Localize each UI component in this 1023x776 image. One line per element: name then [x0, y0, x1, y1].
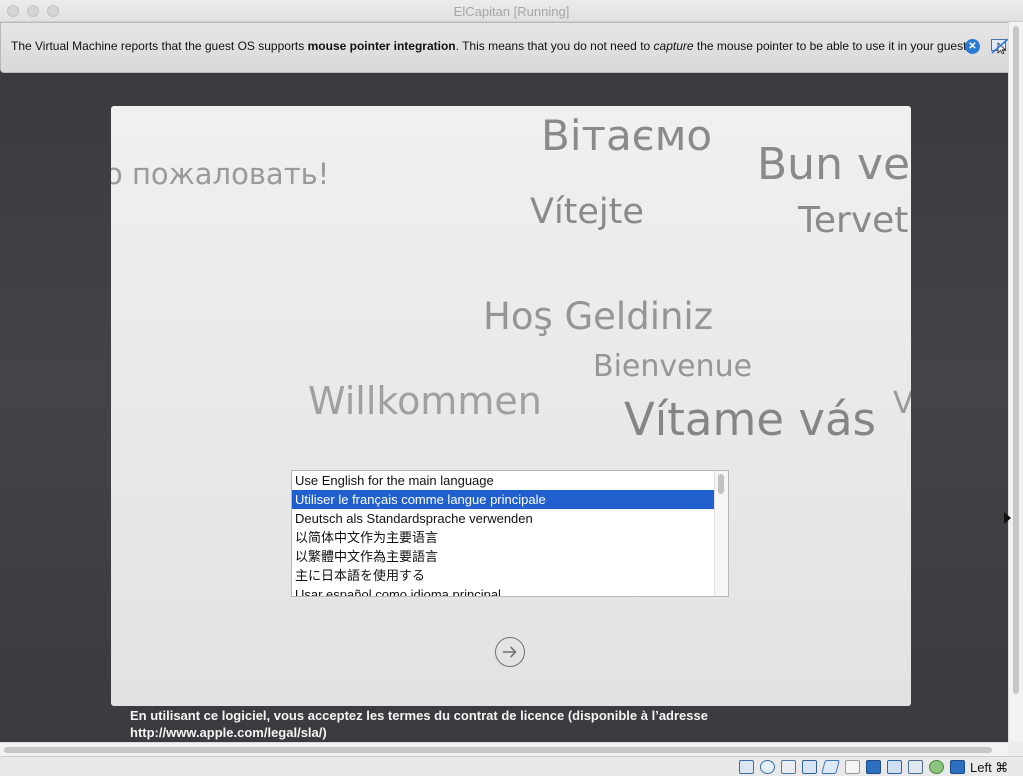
greeting-text: Vítame vás [624, 393, 876, 446]
greeting-text: Bienvenue [593, 349, 753, 384]
vertical-scrollbar[interactable] [1008, 22, 1023, 742]
greeting-text: Bun ve [757, 139, 911, 190]
greeting-text: о пожаловать! [111, 157, 330, 191]
recording-icon[interactable] [929, 760, 944, 774]
greeting-text: Вітаємо [541, 111, 713, 160]
display-icon[interactable] [866, 760, 881, 774]
arrow-down-icon[interactable] [950, 760, 965, 774]
close-circle-icon[interactable]: ✕ [965, 39, 980, 54]
greeting-text: Vítejte [530, 192, 644, 232]
license-notice: En utilisant ce logiciel, vous acceptez … [130, 708, 708, 740]
usb-icon[interactable] [821, 760, 840, 774]
notice-text: The Virtual Machine reports that the gue… [11, 39, 967, 53]
scrollbar-thumb[interactable] [4, 747, 992, 753]
language-list-scrollbar[interactable] [714, 471, 728, 596]
network-icon[interactable] [802, 760, 817, 774]
language-option[interactable]: 主に日本語を使用する [292, 566, 714, 585]
video-capture-icon[interactable] [887, 760, 902, 774]
virtualbox-window: ElCapitan [Running] The Virtual Machine … [0, 0, 1023, 776]
vm-display[interactable]: The Virtual Machine reports that the gue… [0, 22, 1008, 742]
optical-disk-icon[interactable] [760, 760, 775, 774]
scrollbar-thumb[interactable] [718, 474, 724, 494]
language-option-selected[interactable]: Utiliser le français comme langue princi… [292, 490, 714, 509]
status-bar: Left ⌘ [0, 756, 1023, 776]
audio-icon[interactable] [781, 760, 796, 774]
language-option[interactable]: Use English for the main language [292, 471, 714, 490]
language-option[interactable]: Deutsch als Standardsprache verwenden [292, 509, 714, 528]
language-list[interactable]: Use English for the main language Utilis… [291, 470, 729, 597]
title-bar[interactable]: ElCapitan [Running] [0, 0, 1023, 22]
cpu-icon[interactable] [908, 760, 923, 774]
shared-folder-icon[interactable] [845, 760, 860, 774]
window-title: ElCapitan [Running] [453, 4, 570, 19]
language-option[interactable]: 以简体中文作为主要语言 [292, 528, 714, 547]
hard-disk-icon[interactable] [739, 760, 754, 774]
greeting-text: Tervetu [798, 200, 911, 241]
language-option[interactable]: Usar español como idioma principal [292, 585, 714, 596]
language-option[interactable]: 以繁體中文作為主要語言 [292, 547, 714, 566]
mouse-cursor-icon [1004, 512, 1011, 524]
mouse-integration-off-icon[interactable] [991, 38, 1008, 54]
greeting-text: V [893, 386, 911, 421]
mouse-integration-notice: The Virtual Machine reports that the gue… [0, 22, 1008, 73]
installer-panel: Вітаємо о пожаловать! Bun ve Vítejte Ter… [111, 106, 911, 706]
arrow-right-circle-icon[interactable] [495, 637, 525, 667]
greeting-text: Willkommen [308, 379, 542, 423]
horizontal-scrollbar[interactable] [0, 742, 1008, 756]
scrollbar-thumb[interactable] [1013, 26, 1019, 694]
host-key-label[interactable]: Left ⌘ [970, 760, 1008, 776]
greeting-text: Hoş Geldiniz [483, 295, 714, 338]
